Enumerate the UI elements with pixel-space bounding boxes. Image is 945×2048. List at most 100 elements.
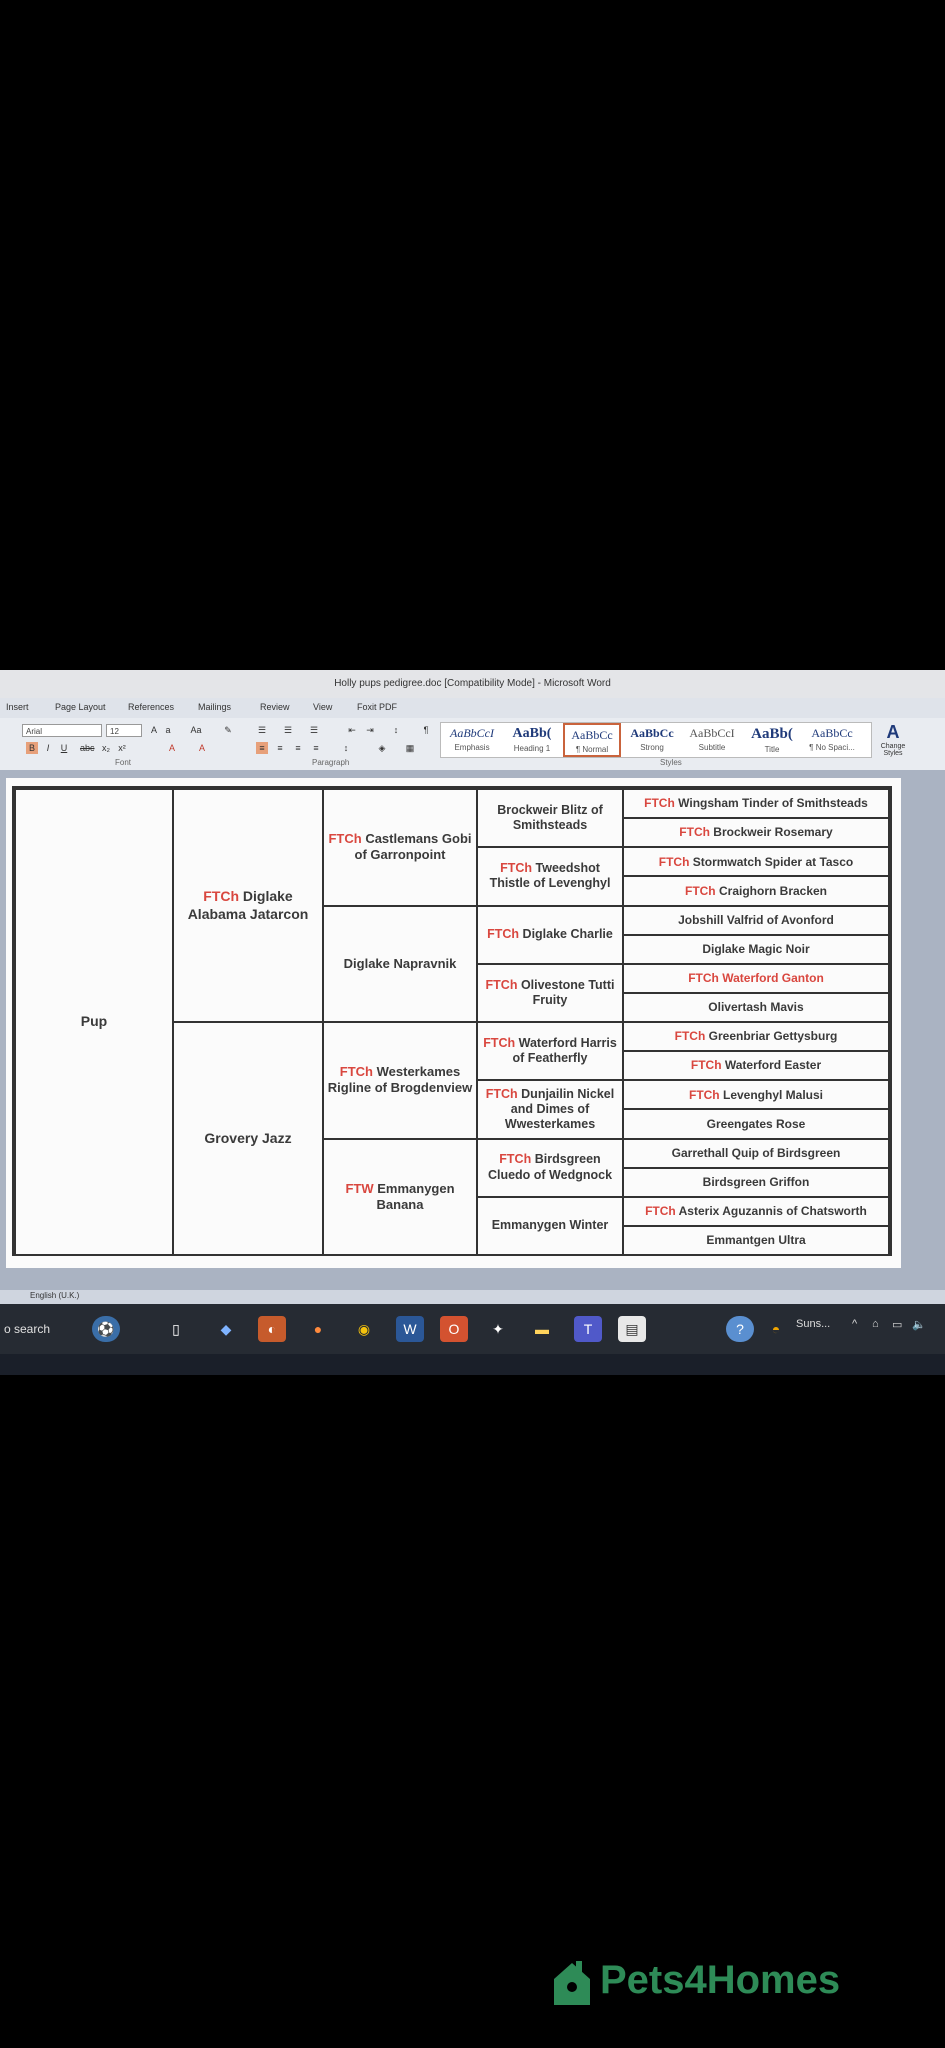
numbering-icon[interactable]: ☰ <box>282 724 294 736</box>
volume-icon[interactable]: 🔈 <box>912 1318 926 1331</box>
firefox-icon[interactable]: ● <box>304 1316 332 1342</box>
battery-icon[interactable]: ▭ <box>892 1318 902 1331</box>
weather-icon[interactable]: ◓ <box>762 1316 790 1342</box>
taskbar-search[interactable]: o search <box>0 1314 154 1344</box>
group-styles-label: Styles <box>660 758 682 767</box>
gg-grandparent-cell: FTCh Brockweir Rosemary <box>622 817 890 849</box>
strikethrough-icon[interactable]: abc <box>80 742 95 754</box>
decrease-indent-icon[interactable]: ⇤ <box>346 724 358 736</box>
help-icon[interactable]: ? <box>726 1316 754 1342</box>
sort-icon[interactable]: ↕ <box>390 724 402 736</box>
style-preview: AaBbCc <box>811 726 853 740</box>
dog-entry: FTW Emmanygen Banana <box>326 1181 474 1213</box>
style-normal[interactable]: AaBbCc ¶ Normal <box>563 723 621 757</box>
style-preview: AaBb( <box>751 726 793 742</box>
search-highlight-icon[interactable]: ⚽ <box>92 1316 120 1342</box>
tab-mailings[interactable]: Mailings <box>198 702 231 712</box>
dog-entry: FTCh Castlemans Gobi of Garronpoint <box>326 831 474 863</box>
dog-entry: FTCh Olivestone Tutti Fruity <box>480 978 620 1009</box>
show-marks-icon[interactable]: ¶ <box>420 724 432 736</box>
gg-grandparent-cell: FTCh Levenghyl Malusi <box>622 1079 890 1111</box>
grandparent-cell: FTCh Westerkames Rigline of Brogdenview <box>322 1021 478 1140</box>
tab-page-layout[interactable]: Page Layout <box>55 702 106 712</box>
font-color-icon[interactable]: A <box>196 742 208 754</box>
dog-name: Stormwatch Spider at Tasco <box>692 854 854 869</box>
text-highlight-icon[interactable]: A <box>166 742 178 754</box>
style-strong[interactable]: AaBbCc Strong <box>623 723 681 757</box>
dog-name: Asterix Aguzannis of Chatsworth <box>678 1204 867 1218</box>
subscript-icon[interactable]: x₂ <box>100 742 112 754</box>
tab-references[interactable]: References <box>128 702 174 712</box>
weather-text[interactable]: Suns... <box>796 1318 830 1330</box>
underline-icon[interactable]: U <box>58 742 70 754</box>
dog-entry: FTCh Craighorn Bracken <box>685 884 827 899</box>
align-left-icon[interactable]: ≡ <box>256 742 268 754</box>
change-case-icon[interactable]: Aa <box>190 724 202 736</box>
dog-name: Levenghyl Malusi <box>722 1087 824 1102</box>
dog-name: Waterford Ganton <box>722 971 824 985</box>
align-center-icon[interactable]: ≡ <box>274 742 286 754</box>
word-icon[interactable]: W <box>396 1316 424 1342</box>
style-name: ¶ Normal <box>575 745 609 754</box>
dog-entry: FTCh Birdsgreen Cluedo of Wedgnock <box>480 1152 620 1183</box>
photos-icon[interactable]: ✦ <box>484 1316 512 1342</box>
style-subtitle[interactable]: AaBbCcI Subtitle <box>683 723 741 757</box>
copilot-icon[interactable]: ◆ <box>212 1316 240 1342</box>
bullets-icon[interactable]: ☰ <box>256 724 268 736</box>
dog-entry: Birdsgreen Griffon <box>703 1175 810 1190</box>
title-prefix: FTCh <box>499 1152 532 1167</box>
group-font-label: Font <box>115 758 132 767</box>
shrink-font-icon[interactable]: a <box>162 724 174 736</box>
outlook-icon[interactable]: O <box>440 1316 468 1342</box>
borders-icon[interactable]: ▦ <box>404 742 416 754</box>
network-icon[interactable]: ⌂ <box>872 1318 879 1330</box>
font-name-select[interactable]: Arial <box>22 724 102 737</box>
style-name: Subtitle <box>698 743 726 752</box>
bold-icon[interactable]: B <box>26 742 38 754</box>
edge-icon[interactable]: ◐ <box>258 1316 286 1342</box>
grow-font-icon[interactable]: A <box>148 724 160 736</box>
style-name: Emphasis <box>454 743 490 752</box>
title-prefix: FTCh <box>328 831 362 847</box>
file-explorer-icon[interactable]: ▬ <box>528 1316 556 1342</box>
style-no-spacing[interactable]: AaBbCc ¶ No Spaci... <box>803 723 861 757</box>
line-spacing-icon[interactable]: ↕ <box>340 742 352 754</box>
justify-icon[interactable]: ≡ <box>310 742 322 754</box>
great-grandparent-cell: FTCh Olivestone Tutti Fruity <box>476 962 624 1023</box>
style-heading-1[interactable]: AaBb( Heading 1 <box>503 723 561 757</box>
style-title[interactable]: AaBb( Title <box>743 723 801 757</box>
change-styles-button[interactable]: A Change Styles <box>875 722 911 762</box>
pup-cell: Pup <box>14 788 174 1256</box>
chevron-up-icon[interactable]: ^ <box>852 1318 857 1330</box>
tab-review[interactable]: Review <box>260 702 290 712</box>
dog-entry: Brockweir Blitz of Smithsteads <box>480 803 620 834</box>
dog-entry: FTCh Levenghyl Malusi <box>689 1088 823 1103</box>
gg-grandparent-cell: FTCh Waterford Easter <box>622 1050 890 1082</box>
teams-icon[interactable]: T <box>574 1316 602 1342</box>
superscript-icon[interactable]: x² <box>116 742 128 754</box>
chrome-icon[interactable]: ◉ <box>350 1316 378 1342</box>
tab-view[interactable]: View <box>313 702 332 712</box>
title-prefix: FTCh <box>658 854 690 869</box>
title-prefix: FTCh <box>679 825 710 840</box>
notepad-icon[interactable]: ▤ <box>618 1316 646 1342</box>
dog-entry: FTCh Waterford Easter <box>691 1058 821 1073</box>
style-name: Strong <box>640 743 664 752</box>
font-size-select[interactable]: 12 <box>106 724 142 737</box>
dog-name: Birdsgreen Griffon <box>702 1174 810 1189</box>
dog-name: Greenbriar Gettysburg <box>708 1029 838 1044</box>
clear-format-icon[interactable]: ✎ <box>222 724 234 736</box>
language-indicator[interactable]: English (U.K.) <box>30 1291 79 1300</box>
increase-indent-icon[interactable]: ⇥ <box>364 724 376 736</box>
gg-grandparent-cell: Diglake Magic Noir <box>622 933 890 965</box>
italic-icon[interactable]: I <box>42 742 54 754</box>
tab-insert[interactable]: Insert <box>6 702 29 712</box>
tab-foxit-pdf[interactable]: Foxit PDF <box>357 702 397 712</box>
style-emphasis[interactable]: AaBbCcI Emphasis <box>443 723 501 757</box>
shading-icon[interactable]: ◈ <box>376 742 388 754</box>
multilevel-list-icon[interactable]: ☰ <box>308 724 320 736</box>
task-view-icon[interactable]: ▯ <box>162 1316 190 1342</box>
align-right-icon[interactable]: ≡ <box>292 742 304 754</box>
title-prefix: FTCh <box>684 883 716 898</box>
change-styles-icon: A <box>886 722 900 742</box>
